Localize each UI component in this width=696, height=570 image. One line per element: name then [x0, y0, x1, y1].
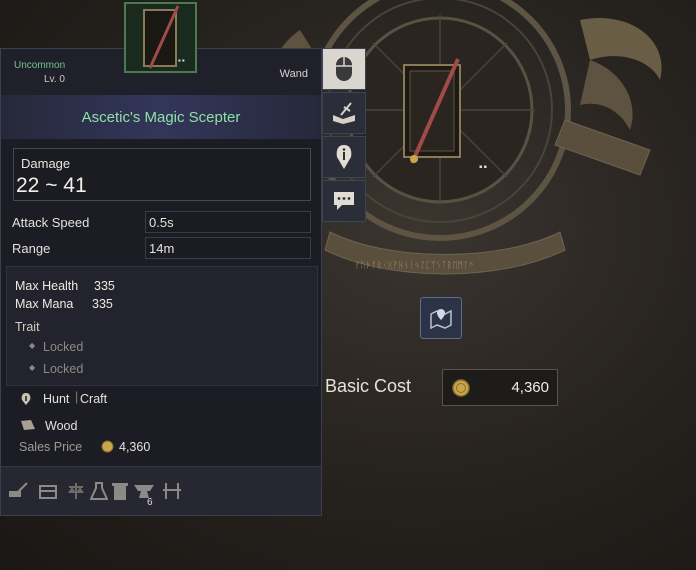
damage-label: Damage: [21, 156, 71, 171]
trait-slot-2: Locked: [43, 362, 84, 376]
tools-icon[interactable]: [161, 481, 183, 501]
thumb-dots: ▪▪: [178, 56, 186, 65]
basic-cost-value: 4,360: [511, 379, 549, 396]
chat-icon: [334, 192, 354, 210]
stat-row-attack-speed: Attack Speed 0.5s: [12, 211, 312, 234]
action-bar: 6: [1, 466, 321, 515]
trait-slot-1: Locked: [43, 340, 84, 354]
map-pin-icon: [430, 309, 452, 330]
max-mana-value: 335: [92, 297, 113, 311]
basic-cost-box: 4,360: [442, 369, 558, 406]
book-sword-icon: [333, 102, 355, 124]
anvil-count-badge: 6: [147, 497, 153, 508]
item-level: Lv. 0: [44, 74, 65, 85]
tooltip-side-tabs: [322, 48, 366, 224]
stat-value: 0.5s: [145, 211, 311, 233]
damage-value: 22 ~ 41: [16, 174, 87, 197]
diamond-bullet-icon: ◆: [29, 341, 36, 350]
sales-price-value: 4,360: [119, 440, 151, 454]
stat-label: Range: [12, 241, 51, 256]
map-location-button[interactable]: [420, 297, 462, 339]
coin-icon: [452, 378, 470, 397]
item-type: Wand: [279, 68, 308, 80]
sales-price-label: Sales Price: [19, 440, 83, 454]
info-icon: [336, 145, 352, 169]
damage-box: Damage 22 ~ 41: [13, 148, 311, 201]
stat-row-range: Range 14m: [12, 237, 312, 260]
svg-text:ᚠᚢᚦᚨᚱᚲᚷᚹᚺᚾᛁᛃᛇᛈᛉᛊᛏᛒᛖᛗᛚᛜ: ᚠᚢᚦᚨᚱᚲᚷᚹᚺᚾᛁᛃᛇᛈᛉᛊᛏᛒᛖᛗᛚᛜ: [355, 260, 474, 270]
chat-tab[interactable]: [322, 180, 366, 222]
item-dots: ▪▪: [479, 162, 489, 173]
item-name: Ascetic's Magic Scepter: [1, 95, 321, 139]
mouse-tab[interactable]: [322, 48, 366, 90]
hunt-craft-icon: [21, 393, 31, 405]
item-thumbnail: ▪▪: [124, 2, 197, 73]
stat-value: 14m: [145, 237, 311, 259]
stat-label: Attack Speed: [12, 215, 90, 230]
scales-icon[interactable]: [67, 481, 85, 501]
material-name: Wood: [45, 419, 78, 433]
codex-tab[interactable]: [322, 92, 366, 134]
source-craft: Craft: [80, 392, 108, 406]
flask-icon[interactable]: [90, 481, 108, 501]
source-hunt: Hunt: [43, 392, 70, 406]
wood-material-icon: [21, 420, 35, 430]
max-health-label: Max Health: [15, 279, 79, 293]
source-divider: |: [75, 390, 79, 404]
item-tooltip: Uncommon Lv. 0 Wand Ascetic's Magic Scep…: [0, 48, 322, 516]
diamond-bullet-icon: ◆: [29, 363, 36, 372]
max-health-value: 335: [94, 279, 115, 293]
max-mana-label: Max Mana: [15, 297, 74, 311]
bonus-section: Max Health 335 Max Mana 335 Trait ◆ Lock…: [6, 266, 318, 386]
item-rarity: Uncommon: [14, 60, 66, 71]
basic-cost-label: Basic Cost: [325, 376, 412, 396]
trait-label: Trait: [15, 320, 40, 334]
trash-icon[interactable]: [112, 482, 128, 501]
coin-icon: [101, 440, 114, 453]
mouse-icon: [336, 57, 352, 81]
item-large-icon: [398, 55, 474, 165]
chest-icon[interactable]: [38, 481, 58, 501]
info-tab[interactable]: [322, 136, 366, 178]
quill-scroll-icon[interactable]: [7, 481, 29, 501]
